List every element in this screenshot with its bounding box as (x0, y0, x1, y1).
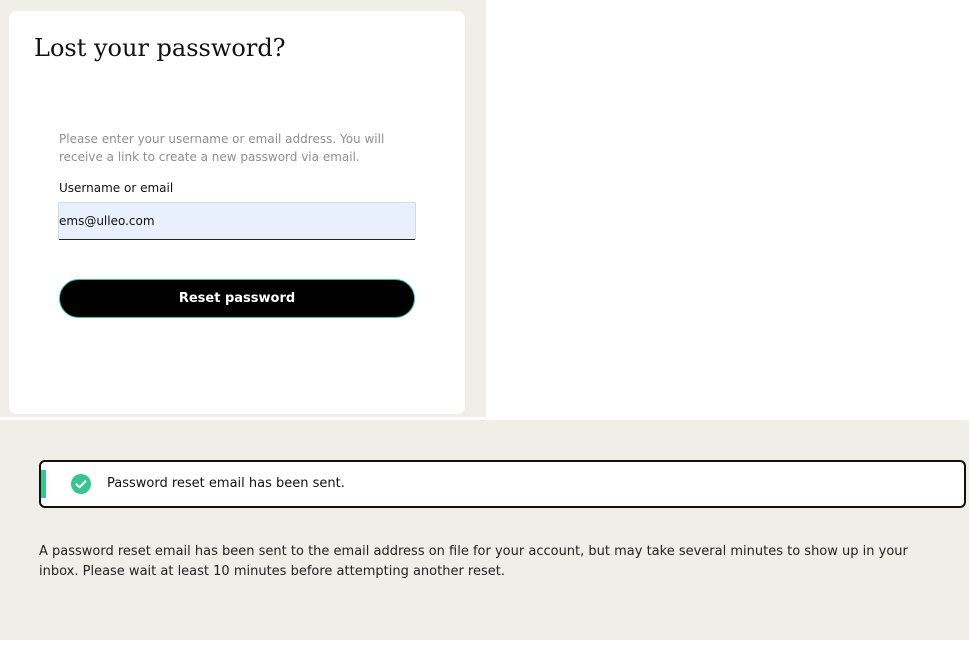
success-notice: Password reset email has been sent. (39, 460, 966, 508)
check-circle-icon (71, 474, 91, 494)
page-title: Lost your password? (34, 34, 286, 62)
lost-password-card: Lost your password? Please enter your us… (9, 11, 465, 414)
instructions-text: Please enter your username or email addr… (59, 132, 385, 164)
success-message: Password reset email has been sent. (107, 476, 345, 491)
lost-password-panel: Lost your password? Please enter your us… (0, 0, 486, 417)
confirmation-panel: Password reset email has been sent. A pa… (0, 420, 969, 640)
username-email-input[interactable] (58, 202, 416, 240)
reset-password-button[interactable]: Reset password (59, 279, 415, 318)
notice-accent-bar (41, 470, 46, 498)
username-email-label: Username or email (59, 181, 174, 195)
reset-detail-text: A password reset email has been sent to … (39, 544, 908, 579)
